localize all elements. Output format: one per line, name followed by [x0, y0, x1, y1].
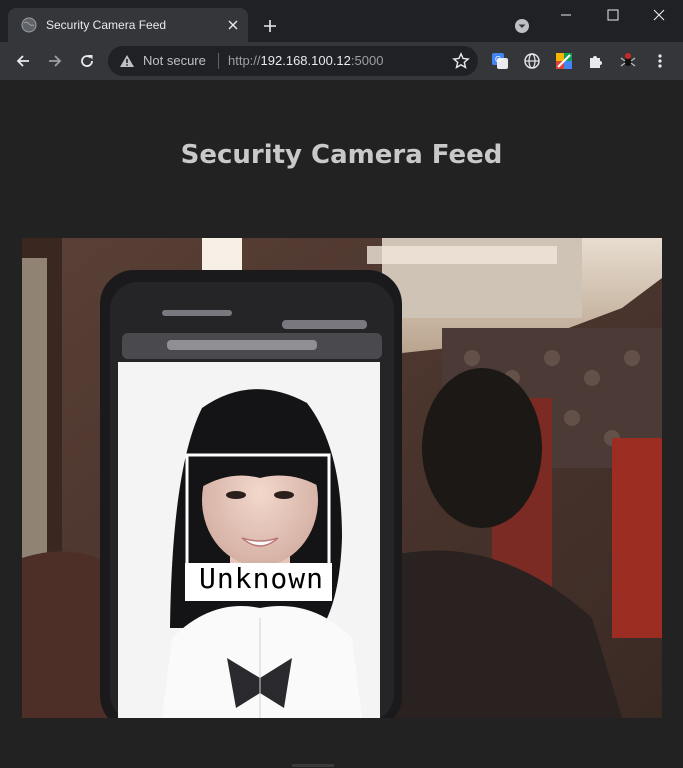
browser-toolbar: Not secure http://192.168.100.12:5000 G	[0, 42, 683, 80]
page-content: Security Camera Feed Unknown	[0, 80, 683, 768]
address-bar[interactable]: Not secure http://192.168.100.12:5000	[108, 46, 478, 76]
spider-icon	[620, 53, 636, 67]
browser-menu-button[interactable]	[650, 51, 670, 71]
camera-feed: Unknown	[22, 238, 662, 718]
tab-search-button[interactable]	[512, 16, 532, 36]
web-extension[interactable]	[522, 51, 542, 71]
close-icon	[228, 20, 238, 30]
svg-text:G: G	[495, 55, 501, 64]
translate-icon: G	[492, 53, 508, 69]
scroll-hint	[292, 764, 334, 767]
palette-icon	[556, 53, 572, 69]
warning-icon	[120, 55, 134, 67]
security-status[interactable]: Not secure	[143, 53, 206, 68]
camera-frame	[22, 238, 662, 718]
page-title: Security Camera Feed	[180, 140, 503, 170]
plus-icon	[264, 20, 276, 32]
google-translate-extension[interactable]: G	[490, 51, 510, 71]
face-detection-label: Unknown	[199, 562, 325, 595]
back-button[interactable]	[9, 47, 37, 75]
window-close-button[interactable]	[636, 4, 682, 26]
back-arrow-icon	[16, 55, 29, 67]
maximize-button[interactable]	[590, 4, 636, 26]
reload-button[interactable]	[73, 47, 101, 75]
divider	[218, 53, 219, 69]
globe-icon	[524, 53, 540, 69]
puzzle-icon	[590, 56, 602, 68]
globe-icon	[21, 17, 37, 33]
star-icon[interactable]	[452, 52, 470, 70]
minimize-button[interactable]	[543, 4, 589, 26]
tab-close-button[interactable]	[224, 16, 242, 34]
active-tab[interactable]: Security Camera Feed	[8, 8, 248, 42]
kebab-menu-icon	[658, 54, 662, 68]
url-host: 192.168.100.12	[260, 53, 351, 68]
chevron-down-circle-icon	[515, 19, 529, 33]
forward-arrow-icon	[49, 55, 62, 67]
forward-button[interactable]	[41, 47, 69, 75]
profile-extension[interactable]	[618, 51, 638, 71]
reload-icon	[81, 55, 93, 67]
maximize-icon	[607, 9, 619, 21]
url-text[interactable]: http://192.168.100.12:5000	[228, 53, 383, 68]
tab-title: Security Camera Feed	[46, 18, 167, 32]
new-tab-button[interactable]	[259, 15, 281, 37]
minimize-icon	[561, 14, 571, 16]
tab-strip: Security Camera Feed	[0, 0, 683, 42]
extensions-button[interactable]	[586, 51, 606, 71]
color-extension[interactable]	[554, 51, 574, 71]
url-port: :5000	[350, 53, 384, 68]
close-icon	[653, 9, 665, 21]
url-scheme: http://	[228, 53, 261, 68]
